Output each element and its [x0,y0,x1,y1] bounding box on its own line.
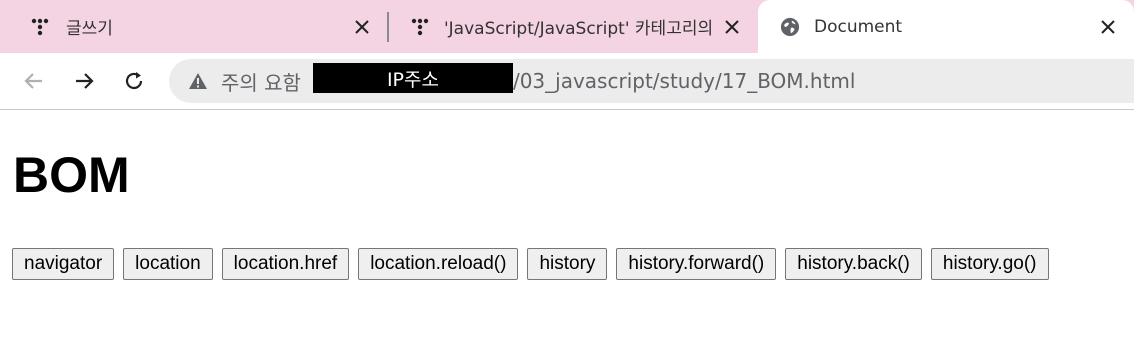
tab-javascript-category[interactable]: 'JavaScript/JavaScript' 카테고리의 [388,0,758,53]
location-href-button[interactable]: location.href [221,248,350,280]
close-icon[interactable] [350,15,374,39]
close-icon[interactable] [1096,15,1120,39]
tab-document[interactable]: Document [758,0,1134,53]
tab-title: 글쓰기 [66,19,113,39]
warning-icon[interactable] [187,70,209,92]
history-button[interactable]: history [527,248,608,280]
tab-title: 'JavaScript/JavaScript' 카테고리의 [444,19,714,39]
toolbar: 주의 요함 IP주소 /03_javascript/study/17_BOM.h… [0,53,1134,110]
tistory-icon [30,17,50,37]
navigator-button[interactable]: navigator [12,248,115,280]
history-forward-button[interactable]: history.forward() [616,248,777,280]
redacted-ip-address: IP주소 [312,63,513,93]
forward-arrow-icon[interactable] [68,65,100,97]
tab-title: Document [814,16,903,37]
reload-icon[interactable] [118,65,150,97]
tab-write[interactable]: 글쓰기 [0,0,388,53]
tistory-icon [410,17,430,37]
tab-strip: 글쓰기 'JavaScript/JavaScript' 카테고리의 Docume… [0,0,1134,53]
history-back-button[interactable]: history.back() [785,248,922,280]
address-bar[interactable]: 주의 요함 IP주소 /03_javascript/study/17_BOM.h… [169,59,1134,103]
browser-window: 글쓰기 'JavaScript/JavaScript' 카테고리의 Docume… [0,0,1134,110]
page-title: BOM [13,147,130,203]
back-arrow-icon[interactable] [18,65,50,97]
button-row: navigator location location.href locatio… [12,248,1049,280]
security-status-label[interactable]: 주의 요함 [221,67,301,96]
location-button[interactable]: location [123,248,213,280]
globe-icon [780,17,800,37]
url-path[interactable]: /03_javascript/study/17_BOM.html [513,69,856,93]
close-icon[interactable] [720,15,744,39]
location-reload-button[interactable]: location.reload() [358,248,519,280]
history-go-button[interactable]: history.go() [930,248,1049,280]
